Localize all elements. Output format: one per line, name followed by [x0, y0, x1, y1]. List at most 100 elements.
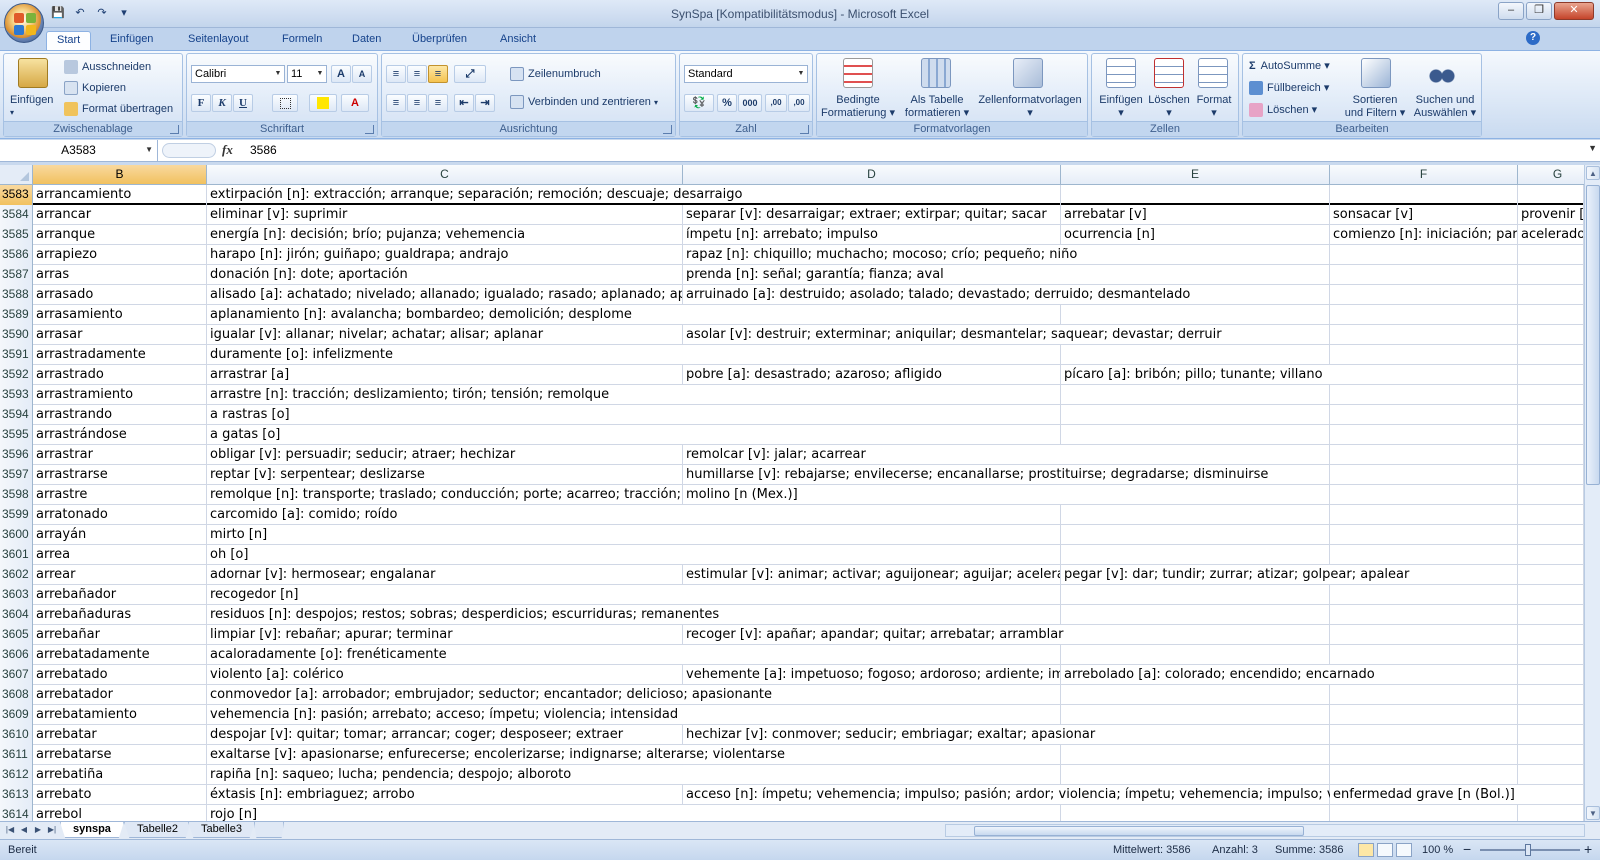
paste-button[interactable]: Einfügen — [10, 94, 53, 106]
row-header[interactable]: 3609 — [0, 705, 33, 725]
row-header[interactable]: 3599 — [0, 505, 33, 525]
autosum-button[interactable]: Σ AutoSumme ▾ — [1249, 59, 1330, 72]
currency-icon[interactable]: 💱 — [684, 94, 714, 112]
first-sheet-icon[interactable]: |◀ — [4, 824, 16, 836]
copy-button[interactable]: Kopieren — [64, 81, 126, 95]
cell-b[interactable]: arrancar — [33, 205, 207, 225]
align-bottom-icon[interactable]: ≡ — [428, 65, 448, 83]
tab-ueberpruefen[interactable]: Überprüfen — [402, 31, 477, 50]
cell-c[interactable]: extirpación [n]: extracción; arranque; s… — [207, 185, 1584, 205]
formula-input[interactable]: 3586 — [250, 140, 277, 161]
row-header[interactable]: 3604 — [0, 605, 33, 625]
cell-c[interactable]: rapiña [n]: saqueo; lucha; pendencia; de… — [207, 765, 1584, 785]
clear-button[interactable]: Löschen ▾ — [1249, 103, 1317, 118]
tab-formeln[interactable]: Formeln — [272, 31, 332, 50]
zoom-out-icon[interactable]: − — [1463, 841, 1471, 857]
cell-c[interactable]: adornar [v]: hermosear; engalanar — [207, 565, 683, 585]
cell-b[interactable]: arrear — [33, 565, 207, 585]
orientation-icon[interactable]: ⤢ — [454, 65, 486, 83]
cell-g[interactable]: acelerado — [1518, 225, 1584, 245]
office-button[interactable] — [4, 3, 44, 43]
column-header-e[interactable]: E — [1061, 165, 1330, 185]
find-select-button[interactable]: Suchen und Auswählen ▾ — [1409, 94, 1481, 119]
increase-indent-icon[interactable]: ⇥ — [475, 94, 495, 112]
tab-daten[interactable]: Daten — [342, 31, 391, 50]
row-header[interactable]: 3589 — [0, 305, 33, 325]
cell-e[interactable]: pícaro [a]: bribón; pillo; tunante; vill… — [1061, 365, 1584, 385]
minimize-button[interactable]: – — [1498, 2, 1524, 20]
help-icon[interactable]: ? — [1526, 31, 1540, 45]
page-layout-view-icon[interactable] — [1377, 843, 1393, 857]
cell-c[interactable]: obligar [v]: persuadir; seducir; atraer;… — [207, 445, 683, 465]
cell-b[interactable]: arrastrarse — [33, 465, 207, 485]
cell-b[interactable]: arrastrado — [33, 365, 207, 385]
cell-b[interactable]: arrebatado — [33, 665, 207, 685]
row-header[interactable]: 3606 — [0, 645, 33, 665]
tab-einfuegen[interactable]: Einfügen — [100, 31, 163, 50]
cell-d[interactable]: pobre [a]: desastrado; azaroso; afligido — [683, 365, 1061, 385]
fill-color-button[interactable] — [309, 94, 337, 112]
underline-button[interactable]: U — [233, 94, 253, 112]
vertical-scrollbar[interactable]: ▲ ▼ — [1584, 165, 1600, 821]
decrease-indent-icon[interactable]: ⇤ — [454, 94, 474, 112]
cell-e[interactable]: pegar [v]: dar; tundir; zurrar; atizar; … — [1061, 565, 1584, 585]
select-all-button[interactable] — [0, 165, 33, 185]
sort-filter-button[interactable]: Sortieren und Filtern ▾ — [1339, 94, 1411, 119]
cell-b[interactable]: arrea — [33, 545, 207, 565]
column-header-g[interactable]: G — [1518, 165, 1584, 185]
cell-c[interactable]: limpiar [v]: rebañar; apurar; terminar — [207, 625, 683, 645]
zoom-in-icon[interactable]: + — [1584, 841, 1592, 857]
row-header[interactable]: 3586 — [0, 245, 33, 265]
insert-function-icon[interactable]: fx — [222, 142, 233, 158]
row-header[interactable]: 3588 — [0, 285, 33, 305]
cell-b[interactable]: arrastradamente — [33, 345, 207, 365]
cell-b[interactable]: arrebatador — [33, 685, 207, 705]
cell-d[interactable]: humillarse [v]: rebajarse; envilecerse; … — [683, 465, 1584, 485]
row-header[interactable]: 3611 — [0, 745, 33, 765]
cell-d[interactable]: estimular [v]: animar; activar; aguijone… — [683, 565, 1061, 585]
cell-c[interactable]: alisado [a]: achatado; nivelado; allanad… — [207, 285, 683, 305]
row-header[interactable]: 3601 — [0, 545, 33, 565]
cell-f[interactable]: sonsacar [v] — [1330, 205, 1518, 225]
formula-bar-expander[interactable] — [162, 143, 216, 158]
last-sheet-icon[interactable]: ▶| — [46, 824, 58, 836]
scroll-down-icon[interactable]: ▼ — [1586, 806, 1600, 820]
sheet-tab-synspa[interactable]: synspa — [60, 822, 124, 838]
cell-c[interactable]: eliminar [v]: suprimir — [207, 205, 683, 225]
horizontal-scroll-thumb[interactable] — [974, 826, 1304, 836]
number-format-combo[interactable]: Standard ▼ — [684, 65, 808, 83]
fill-button[interactable]: Füllbereich ▾ — [1249, 81, 1329, 96]
font-launcher-icon[interactable] — [365, 125, 374, 134]
row-header[interactable]: 3592 — [0, 365, 33, 385]
spreadsheet-grid[interactable]: B C D E F G 3583 arrancamiento extirpación… — [0, 165, 1584, 821]
alignment-launcher-icon[interactable] — [663, 125, 672, 134]
cell-c[interactable]: arrastre [n]: tracción; deslizamiento; t… — [207, 385, 1584, 405]
cell-d[interactable]: hechizar [v]: conmover; seducir; embriag… — [683, 725, 1584, 745]
cell-c[interactable]: carcomido [a]: comido; roído — [207, 505, 1584, 525]
cell-b[interactable]: arrebañador — [33, 585, 207, 605]
cell-c[interactable]: acaloradamente [o]: frenéticamente — [207, 645, 1584, 665]
merge-center-button[interactable]: Verbinden und zentrieren ▾ — [510, 95, 658, 109]
cell-b[interactable]: arrebatar — [33, 725, 207, 745]
cell-c[interactable]: remolque [n]: transporte; traslado; cond… — [207, 485, 683, 505]
decrease-decimal-button[interactable]: ,00 — [788, 94, 810, 112]
tab-seitenlayout[interactable]: Seitenlayout — [178, 31, 259, 50]
format-painter-button[interactable]: Format übertragen — [64, 102, 173, 116]
cell-c[interactable]: recogedor [n] — [207, 585, 1584, 605]
zoom-slider-thumb[interactable] — [1525, 844, 1531, 856]
cell-c[interactable]: oh [o] — [207, 545, 1584, 565]
cell-c[interactable]: conmovedor [a]: arrobador; embrujador; s… — [207, 685, 1584, 705]
italic-button[interactable]: K — [212, 94, 232, 112]
cell-c[interactable]: duramente [o]: infelizmente — [207, 345, 1584, 365]
cell-b[interactable]: arrastramiento — [33, 385, 207, 405]
font-name-combo[interactable]: Calibri ▼ — [191, 65, 285, 83]
cell-b[interactable]: arrebatadamente — [33, 645, 207, 665]
horizontal-scrollbar[interactable] — [945, 824, 1585, 837]
align-center-icon[interactable]: ≡ — [407, 94, 427, 112]
cell-b[interactable]: arrebatiña — [33, 765, 207, 785]
shrink-font-button[interactable]: A — [352, 65, 372, 83]
page-break-view-icon[interactable] — [1396, 843, 1412, 857]
cell-b[interactable]: arrebol — [33, 805, 207, 821]
number-launcher-icon[interactable] — [800, 125, 809, 134]
cell-e[interactable]: arrebolado [a]: colorado; encendido; enc… — [1061, 665, 1584, 685]
